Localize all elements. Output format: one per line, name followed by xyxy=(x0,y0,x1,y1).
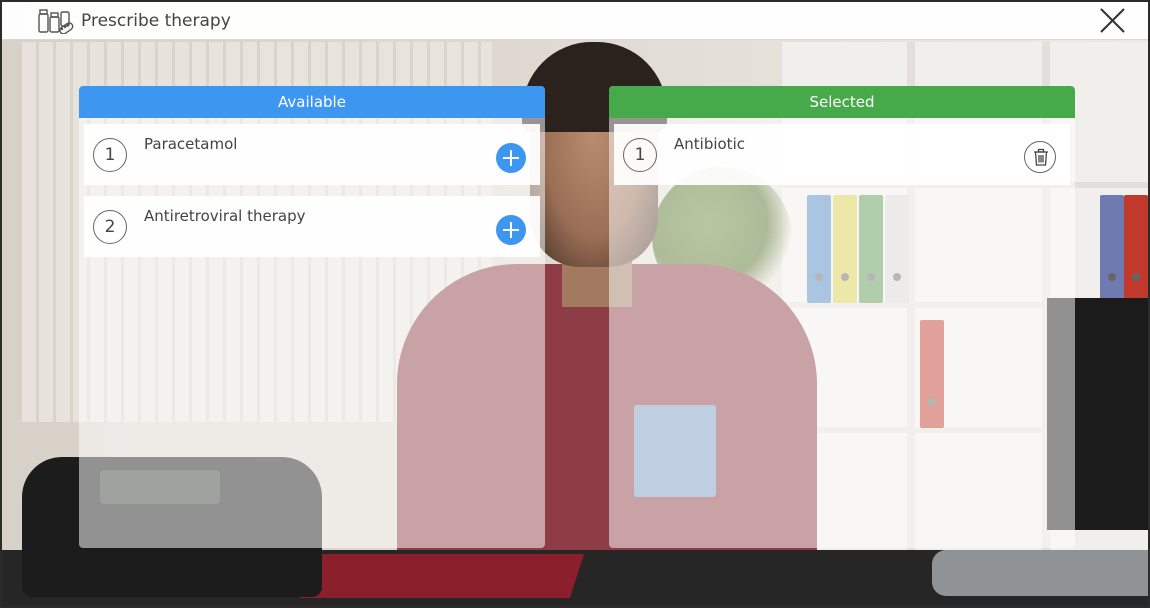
laptop xyxy=(932,550,1148,596)
item-number: 1 xyxy=(623,138,657,172)
selected-item-antibiotic[interactable]: 1 Antibiotic xyxy=(614,124,1070,185)
title-bar: Prescribe therapy xyxy=(2,2,1148,40)
add-antiretroviral-therapy-button[interactable] xyxy=(496,215,526,245)
available-header: Available xyxy=(79,86,545,118)
app-window: Prescribe therapy Available 1 Paracetamo… xyxy=(0,0,1150,608)
binder xyxy=(1124,195,1148,303)
item-number: 2 xyxy=(93,210,127,244)
add-paracetamol-button[interactable] xyxy=(496,143,526,173)
window-title: Prescribe therapy xyxy=(81,11,231,31)
close-icon[interactable] xyxy=(1096,6,1128,36)
plus-icon[interactable] xyxy=(496,143,526,173)
trash-icon[interactable] xyxy=(1031,147,1051,167)
item-number: 1 xyxy=(93,138,127,172)
item-label: Antiretroviral therapy xyxy=(144,207,306,225)
binder xyxy=(1100,195,1124,303)
available-panel: Available 1 Paracetamol 2 Antiretroviral… xyxy=(79,86,545,548)
item-label: Paracetamol xyxy=(144,135,238,153)
available-item-paracetamol[interactable]: 1 Paracetamol xyxy=(84,124,540,185)
selected-header: Selected xyxy=(609,86,1075,118)
red-folder xyxy=(299,554,585,598)
close-button[interactable] xyxy=(1096,6,1128,36)
item-label: Antibiotic xyxy=(674,135,745,153)
available-item-antiretroviral-therapy[interactable]: 2 Antiretroviral therapy xyxy=(84,196,540,257)
medicine-bottles-icon xyxy=(37,8,77,35)
plus-icon[interactable] xyxy=(496,215,526,245)
selected-panel: Selected 1 Antibiotic xyxy=(609,86,1075,548)
remove-antibiotic-button[interactable] xyxy=(1024,141,1056,173)
